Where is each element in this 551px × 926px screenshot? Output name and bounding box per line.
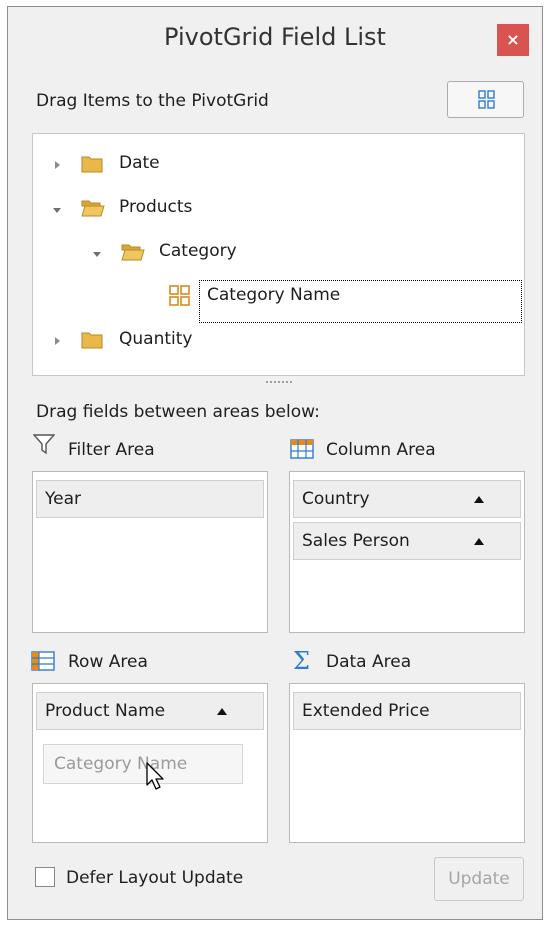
areas-instruction-label: Drag fields between areas below: (36, 402, 320, 422)
filter-area-label: Filter Area (68, 440, 155, 460)
mouse-cursor-icon (146, 762, 164, 790)
data-area-label: Data Area (326, 652, 412, 672)
tree-node-category-name[interactable]: Category Name (163, 280, 523, 323)
filter-icon (33, 434, 55, 455)
expand-arrow-icon[interactable] (51, 159, 63, 171)
tree-node-label: Products (119, 197, 193, 217)
filter-area-box[interactable]: Year (32, 471, 268, 633)
row-area-label: Row Area (68, 652, 148, 672)
area-field-extended-price[interactable]: Extended Price (293, 692, 521, 730)
folder-open-icon (81, 200, 105, 217)
tree-node-quantity[interactable]: Quantity (33, 327, 523, 357)
tree-node-date[interactable]: Date (33, 151, 523, 181)
tree-node-category[interactable]: Category (33, 239, 523, 269)
sort-ascending-icon[interactable] (217, 708, 227, 715)
collapse-arrow-icon[interactable] (51, 204, 63, 216)
tree-node-label: Quantity (119, 329, 193, 349)
update-button[interactable]: Update (434, 857, 524, 901)
folder-open-icon (121, 244, 145, 261)
column-area-label: Column Area (326, 440, 436, 460)
collapse-arrow-icon[interactable] (91, 248, 103, 260)
data-area-box[interactable]: Extended Price (289, 683, 525, 843)
tree-node-products[interactable]: Products (33, 195, 523, 225)
field-icon (169, 285, 190, 306)
area-field-country[interactable]: Country (293, 480, 521, 518)
splitter-grip-icon[interactable] (266, 380, 292, 384)
defer-layout-checkbox[interactable] (35, 867, 55, 887)
expand-arrow-icon[interactable] (51, 335, 63, 347)
drag-preview-field: Category Name (43, 744, 243, 784)
column-area-icon (290, 439, 314, 459)
area-field-year[interactable]: Year (36, 480, 264, 518)
drag-items-label: Drag Items to the PivotGrid (36, 91, 269, 111)
area-field-label: Sales Person (302, 531, 410, 551)
column-area-box[interactable]: Country Sales Person (289, 471, 525, 633)
tree-node-label: Category Name (207, 285, 341, 305)
pivotgrid-field-list-window: PivotGrid Field List × Drag Items to the… (7, 6, 543, 920)
close-button[interactable]: × (497, 24, 529, 56)
area-field-label: Product Name (45, 701, 166, 721)
tree-node-label: Date (119, 153, 160, 173)
field-tree[interactable]: Date Products Category Category Name Qua… (32, 133, 525, 376)
row-area-box[interactable]: Product Name Category Name (32, 683, 268, 843)
sort-ascending-icon[interactable] (474, 496, 484, 503)
title-bar[interactable]: PivotGrid Field List × (8, 7, 542, 71)
folder-icon (81, 156, 103, 173)
sigma-icon: Σ (293, 647, 310, 675)
sort-ascending-icon[interactable] (474, 538, 484, 545)
window-title: PivotGrid Field List (164, 23, 386, 51)
tree-node-label: Category (159, 241, 237, 261)
folder-icon (81, 332, 103, 349)
area-field-sales-person[interactable]: Sales Person (293, 522, 521, 560)
row-area-icon (31, 651, 55, 671)
layout-button[interactable] (447, 81, 524, 118)
layout-grid-icon (478, 90, 495, 109)
area-field-product-name[interactable]: Product Name (36, 692, 264, 730)
area-field-label: Country (302, 489, 370, 509)
defer-layout-label[interactable]: Defer Layout Update (66, 868, 243, 888)
